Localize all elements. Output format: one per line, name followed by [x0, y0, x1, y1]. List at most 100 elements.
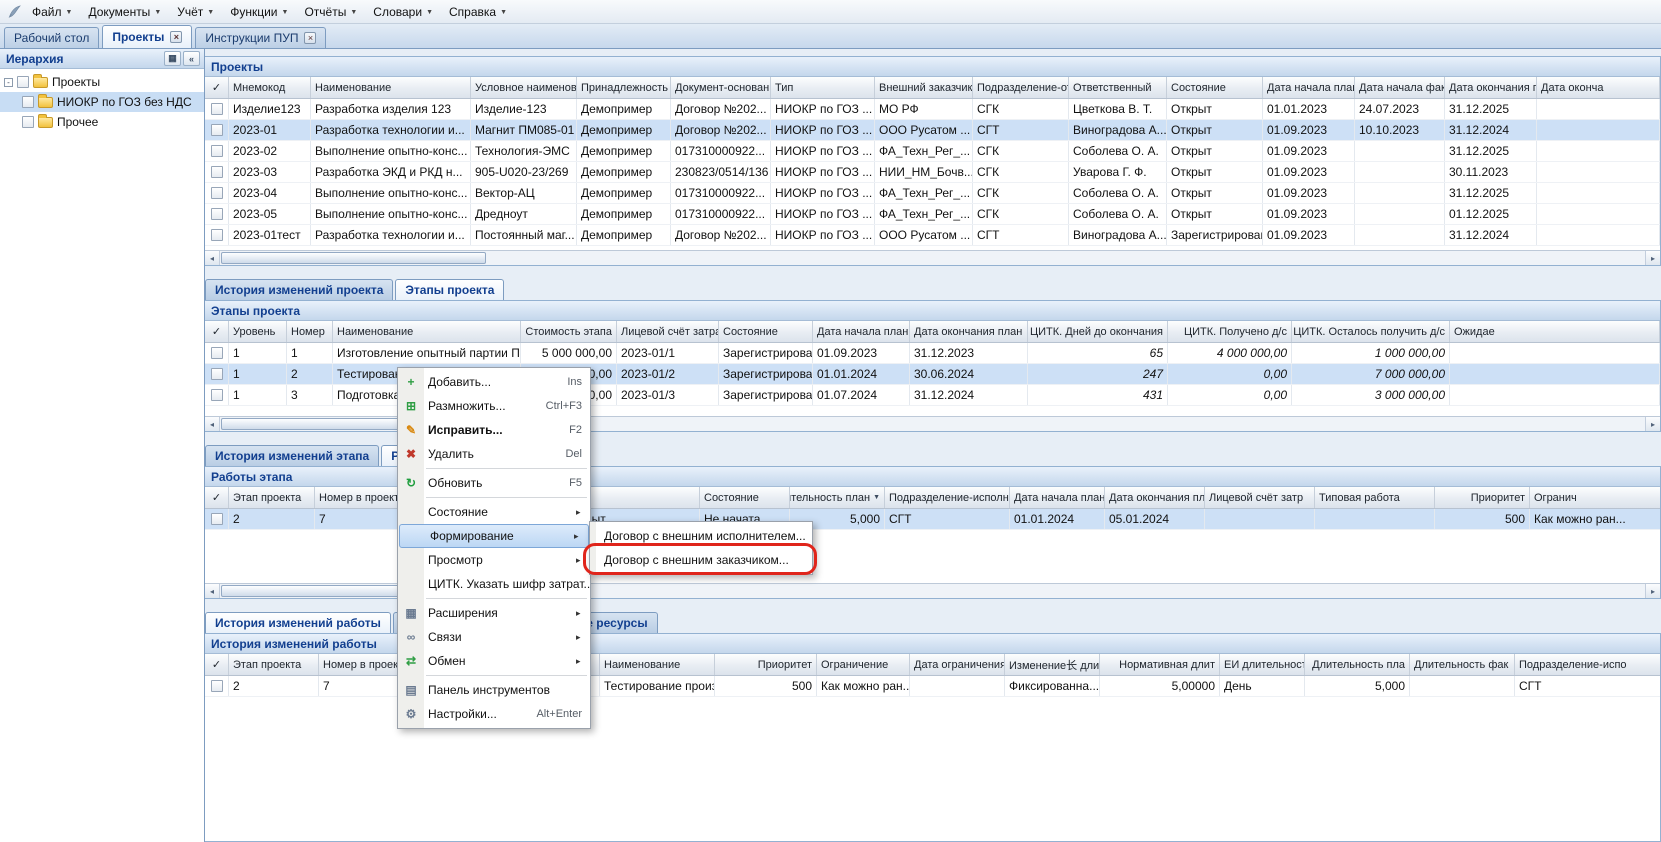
column-header[interactable]: Уровень — [229, 321, 287, 342]
menubar-item[interactable]: Словари▼ — [365, 0, 441, 23]
scrollbar-thumb[interactable] — [221, 252, 486, 264]
column-header[interactable]: Наименование — [600, 654, 715, 675]
tree-checkbox[interactable] — [22, 116, 34, 128]
table-row[interactable]: 11Изготовление опытный партии ПМ0...5 00… — [205, 343, 1660, 364]
tree-item[interactable]: Прочее — [0, 112, 204, 132]
context-menu-item[interactable]: ↻ОбновитьF5 — [398, 471, 590, 495]
row-checkbox[interactable] — [211, 680, 223, 692]
row-checkbox[interactable] — [211, 229, 223, 241]
table-row[interactable]: 2023-01тестРазработка технологии и...Пос… — [205, 225, 1660, 246]
window-tab[interactable]: Инструкции ПУП× — [195, 27, 326, 48]
tree-checkbox[interactable] — [22, 96, 34, 108]
column-header[interactable]: Дата окончания план — [1105, 487, 1205, 508]
context-menu-item[interactable]: ⊞Размножить...Ctrl+F3 — [398, 394, 590, 418]
column-header[interactable]: ЕИ длительности — [1220, 654, 1305, 675]
column-header[interactable]: ✓ — [205, 654, 229, 675]
column-header[interactable]: Состояние — [700, 487, 790, 508]
column-header[interactable]: Дата начала план — [813, 321, 910, 342]
column-header[interactable]: Длительность план▼ — [790, 487, 885, 508]
menubar-item[interactable]: Справка▼ — [441, 0, 515, 23]
collapse-panel-icon[interactable]: « — [183, 51, 200, 66]
column-header[interactable]: Подразделение-от — [973, 77, 1069, 98]
column-header[interactable]: Состояние — [1167, 77, 1263, 98]
section-tab[interactable]: История изменений этапа — [205, 445, 379, 466]
row-checkbox[interactable] — [211, 368, 223, 380]
menubar-item[interactable]: Отчёты▼ — [296, 0, 365, 23]
column-header[interactable]: Лицевой счёт затрат — [617, 321, 719, 342]
table-row[interactable]: 2023-05Выполнение опытно-конс...Дредноут… — [205, 204, 1660, 225]
menubar-item[interactable]: Учёт▼ — [169, 0, 222, 23]
close-icon[interactable]: × — [304, 32, 316, 44]
column-header[interactable]: Огранич — [1530, 487, 1660, 508]
column-header[interactable]: Этап проекта — [229, 487, 315, 508]
column-header[interactable]: Приоритет — [715, 654, 817, 675]
column-header[interactable]: Наименование — [311, 77, 471, 98]
row-checkbox[interactable] — [211, 187, 223, 199]
scroll-right-icon[interactable]: ▸ — [1645, 417, 1660, 431]
context-menu-item[interactable]: Просмотр▸ — [398, 548, 590, 572]
tree-item[interactable]: -Проекты — [0, 72, 204, 92]
column-header[interactable]: Длительность фак — [1410, 654, 1515, 675]
menubar-item[interactable]: Документы▼ — [80, 0, 169, 23]
column-header[interactable]: Дата окончания план — [910, 321, 1028, 342]
menubar-item[interactable]: Файл▼ — [24, 0, 80, 23]
row-checkbox[interactable] — [211, 389, 223, 401]
section-tab[interactable]: История изменений работы — [205, 612, 391, 633]
context-menu-item[interactable]: +Добавить...Ins — [398, 370, 590, 394]
context-menu-item[interactable]: ⚙Настройки...Alt+Enter — [398, 702, 590, 726]
column-header[interactable]: Ограничение — [817, 654, 910, 675]
column-header[interactable]: ✓ — [205, 487, 229, 508]
column-header[interactable]: ЦИТК. Получено д/с — [1168, 321, 1292, 342]
column-header[interactable]: Нормативная длит — [1100, 654, 1220, 675]
column-header[interactable]: Дата начала план. — [1010, 487, 1105, 508]
scroll-left-icon[interactable]: ◂ — [205, 584, 220, 598]
scroll-left-icon[interactable]: ◂ — [205, 251, 220, 265]
row-checkbox[interactable] — [211, 347, 223, 359]
table-row[interactable]: 2023-04Выполнение опытно-конс...Вектор-А… — [205, 183, 1660, 204]
column-header[interactable]: Номер в проекте — [315, 487, 405, 508]
column-header[interactable]: Ожидае — [1450, 321, 1660, 342]
column-header[interactable]: ✓ — [205, 321, 229, 342]
column-header[interactable]: Длительность пла — [1305, 654, 1410, 675]
context-menu-item[interactable]: Формирование▸ — [399, 524, 589, 548]
context-menu-item[interactable]: ⇄Обмен▸ — [398, 649, 590, 673]
column-header[interactable]: Приоритет — [1435, 487, 1530, 508]
column-header[interactable]: Подразделение-исполнитель. — [885, 487, 1010, 508]
column-header[interactable]: Дата начала факт — [1355, 77, 1445, 98]
column-header[interactable]: Дата ограничения — [910, 654, 1005, 675]
close-icon[interactable]: × — [170, 31, 182, 43]
column-header[interactable]: Тип — [771, 77, 875, 98]
column-header[interactable]: Типовая работа — [1315, 487, 1435, 508]
window-tab[interactable]: Проекты× — [102, 25, 192, 48]
column-header[interactable]: Мнемокод — [229, 77, 311, 98]
column-header[interactable]: Принадлежность — [577, 77, 671, 98]
row-checkbox[interactable] — [211, 145, 223, 157]
tree-checkbox[interactable] — [17, 76, 29, 88]
context-menu-item[interactable]: ✖УдалитьDel — [398, 442, 590, 466]
locate-icon[interactable]: ▦ — [164, 51, 181, 66]
column-header[interactable]: Наименование — [333, 321, 521, 342]
column-header[interactable]: ЦИТК. Осталось получить д/с — [1292, 321, 1450, 342]
context-menu-item[interactable]: ЦИТК. Указать шифр затрат... — [398, 572, 590, 596]
column-header[interactable]: Этап проекта — [229, 654, 319, 675]
submenu-item[interactable]: Договор с внешним заказчиком... — [590, 548, 812, 572]
row-checkbox[interactable] — [211, 513, 223, 525]
tree-item[interactable]: НИОКР по ГОЗ без НДС — [0, 92, 204, 112]
table-row[interactable]: 2023-01Разработка технологии и...Магнит … — [205, 120, 1660, 141]
context-menu-item[interactable]: Состояние▸ — [398, 500, 590, 524]
column-header[interactable]: Ответственный — [1069, 77, 1167, 98]
table-row[interactable]: 2023-03Разработка ЭКД и РКД н...905-U020… — [205, 162, 1660, 183]
column-header[interactable]: Номер — [287, 321, 333, 342]
table-row[interactable]: 2023-02Выполнение опытно-конс...Технолог… — [205, 141, 1660, 162]
context-menu-item[interactable]: ✎Исправить...F2 — [398, 418, 590, 442]
submenu-item[interactable]: Договор с внешним исполнителем... — [590, 524, 812, 548]
scroll-right-icon[interactable]: ▸ — [1645, 584, 1660, 598]
table-row[interactable]: Изделие123Разработка изделия 123Изделие-… — [205, 99, 1660, 120]
column-header[interactable]: Лицевой счёт затр — [1205, 487, 1315, 508]
context-menu-item[interactable]: ▤Панель инструментов — [398, 678, 590, 702]
column-header[interactable]: ЦИТК. Дней до окончания — [1028, 321, 1168, 342]
menubar-item[interactable]: Функции▼ — [222, 0, 296, 23]
column-header[interactable]: Условное наименова — [471, 77, 577, 98]
column-header[interactable]: Изменение长 длите — [1005, 654, 1100, 675]
column-header[interactable]: Состояние — [719, 321, 813, 342]
